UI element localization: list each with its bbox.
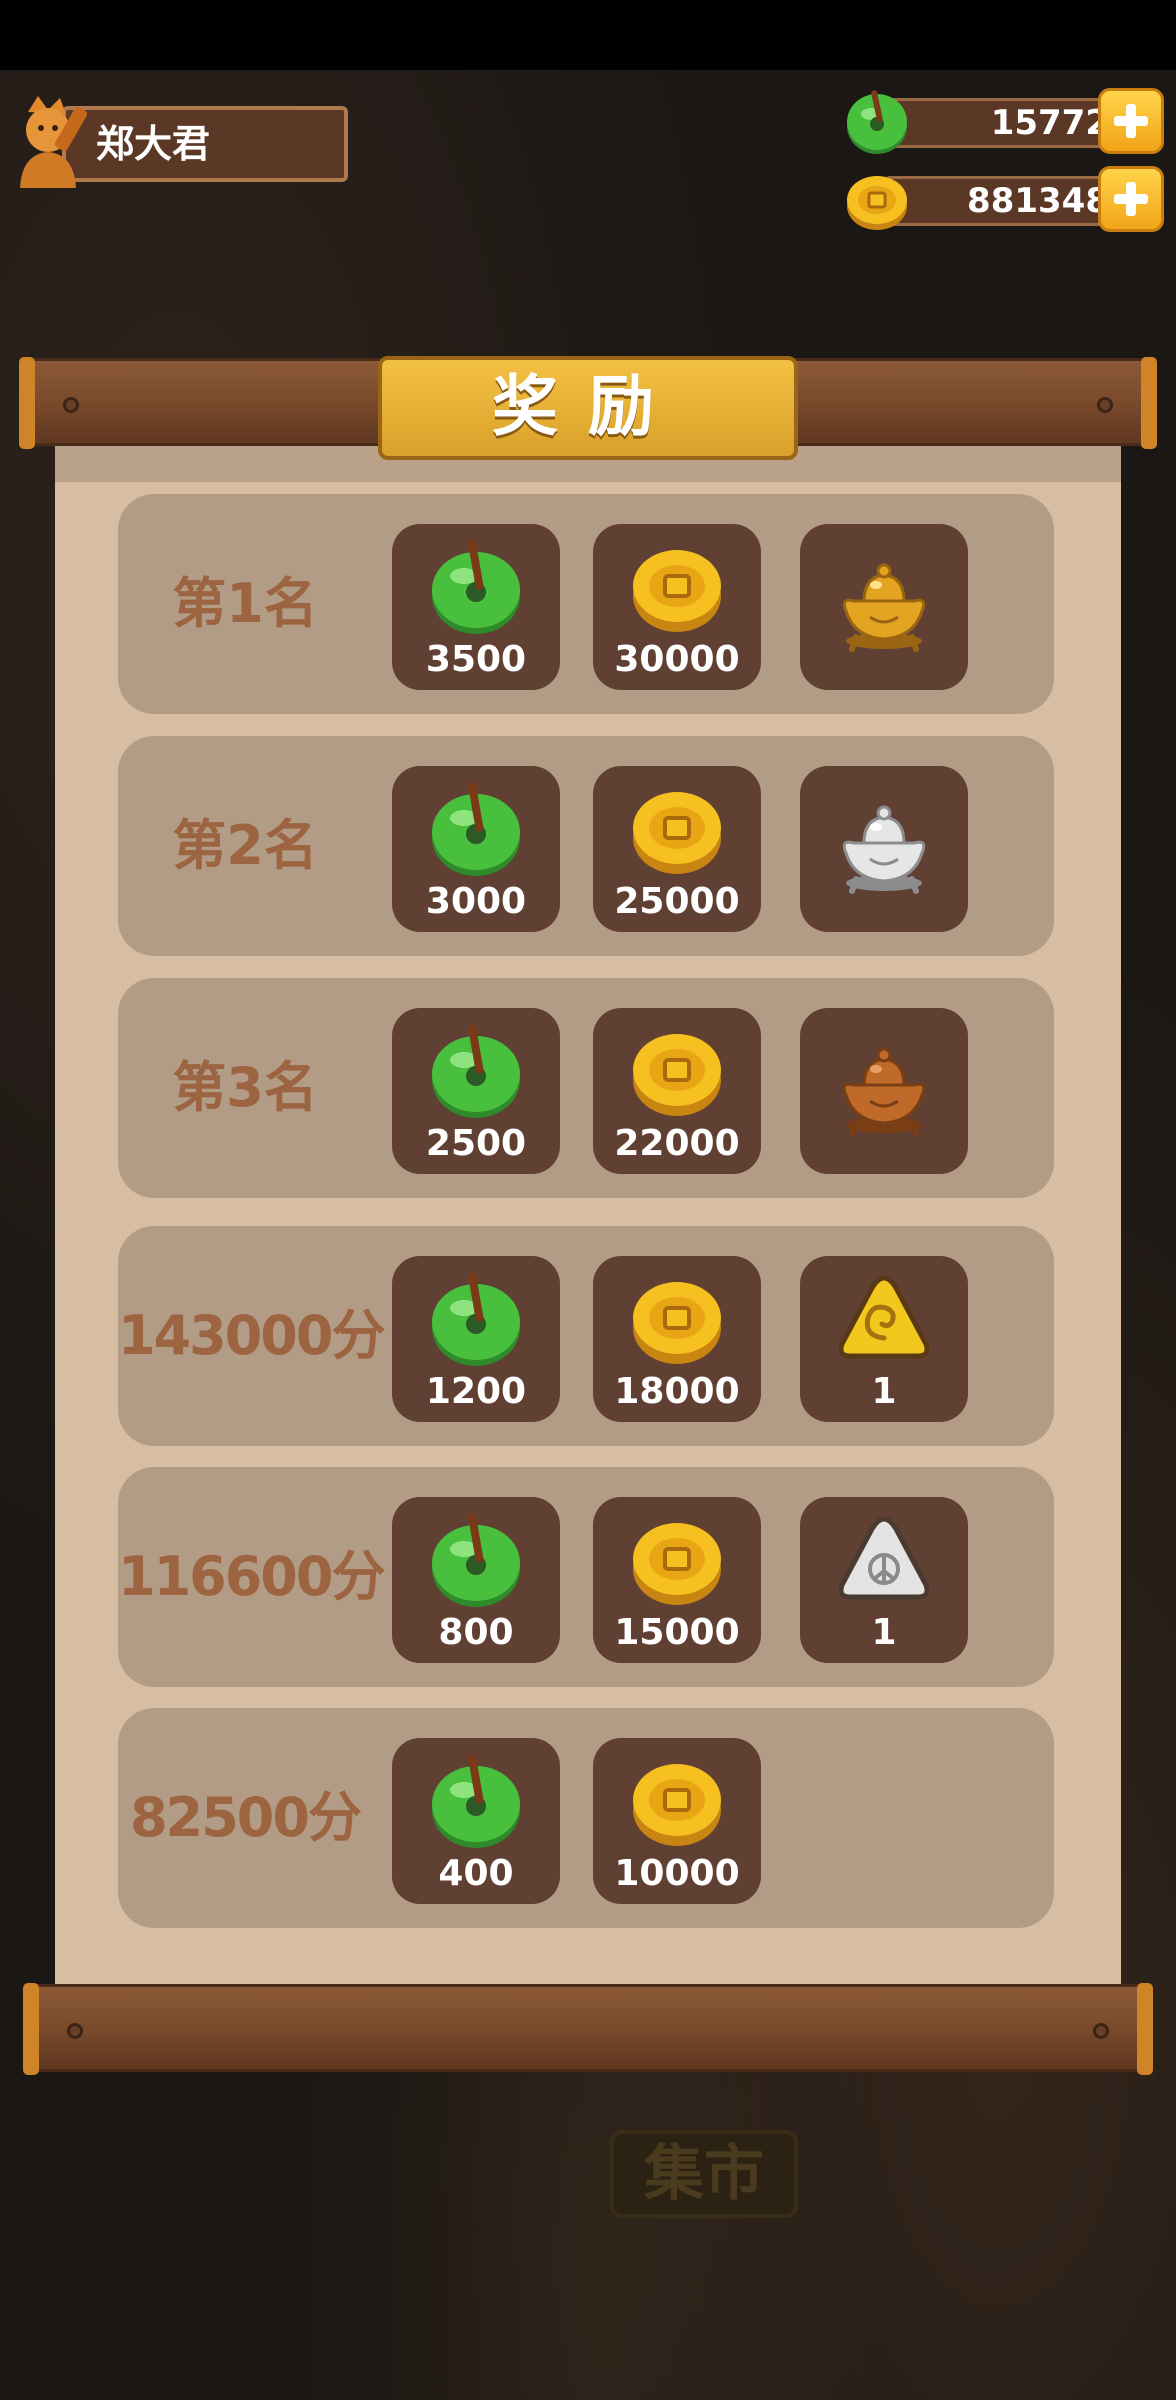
player-avatar-icon <box>20 96 88 188</box>
gold-coin-icon <box>633 1034 721 1116</box>
coin-reward-slot[interactable]: 15000 <box>593 1497 761 1663</box>
reward-rank-label: 第1名 <box>172 572 318 635</box>
gold-coin-icon <box>633 1282 721 1364</box>
gold-rune-token-icon <box>838 1275 930 1359</box>
item-reward-slot[interactable]: 1 <box>800 1256 968 1422</box>
reward-rank-label: 第2名 <box>172 814 318 877</box>
coin-reward-slot[interactable]: 18000 <box>593 1256 761 1422</box>
reward-row: 82500分 400 10000 <box>118 1708 1054 1928</box>
jade-currency: 15772 <box>844 86 1164 156</box>
gold-incense-burner-icon <box>842 563 926 652</box>
reward-row: 143000分 1200 18000 1 <box>118 1226 1054 1446</box>
gold-coin-icon <box>633 1523 721 1605</box>
jade-reward-slot[interactable]: 400 <box>392 1738 560 1904</box>
add-jade-button[interactable] <box>1098 88 1164 154</box>
reward-row: 第3名 2500 22000 <box>118 978 1054 1198</box>
player-plate[interactable]: 郑大君 <box>8 92 348 188</box>
jade-disc-icon <box>432 1024 520 1118</box>
item-reward-slot[interactable]: 1 <box>800 1497 968 1663</box>
market-sign: 集市 <box>610 2130 798 2218</box>
bronze-incense-burner-icon <box>842 1047 926 1136</box>
reward-amount: 15000 <box>614 1612 740 1653</box>
jade-value: 15772 <box>990 103 1109 143</box>
item-reward-slot[interactable] <box>800 1008 968 1174</box>
reward-rank-label: 143000分 <box>118 1304 385 1367</box>
item-reward-slot[interactable] <box>800 524 968 690</box>
item-reward-slot[interactable] <box>800 766 968 932</box>
reward-amount: 2500 <box>425 1123 527 1164</box>
reward-amount: 1 <box>871 1612 897 1653</box>
reward-amount: 1 <box>871 1371 897 1412</box>
reward-amount: 10000 <box>614 1853 740 1894</box>
jade-disc-icon <box>432 1754 520 1848</box>
coin-bar: 881348 <box>884 176 1130 226</box>
add-coins-button[interactable] <box>1098 166 1164 232</box>
reward-amount: 18000 <box>614 1371 740 1412</box>
dialog-title: 奖励 <box>378 356 798 460</box>
gold-coin-icon <box>847 176 907 230</box>
jade-reward-slot[interactable]: 2500 <box>392 1008 560 1174</box>
jade-disc-icon <box>432 540 520 634</box>
coin-reward-slot[interactable]: 25000 <box>593 766 761 932</box>
reward-amount: 3500 <box>425 639 527 680</box>
jade-disc-icon <box>432 1272 520 1366</box>
reward-row: 第1名 3500 30000 <box>118 494 1054 714</box>
reward-amount: 400 <box>438 1853 514 1894</box>
player-name: 郑大君 <box>96 122 211 166</box>
jade-disc-icon <box>432 1513 520 1607</box>
gold-coin-icon <box>633 1764 721 1846</box>
reward-amount: 25000 <box>614 881 740 922</box>
jade-bar: 15772 <box>884 98 1130 148</box>
jade-disc-icon <box>432 782 520 876</box>
reward-amount: 3000 <box>425 881 527 922</box>
reward-rank-label: 116600分 <box>118 1545 385 1608</box>
jade-reward-slot[interactable]: 3500 <box>392 524 560 690</box>
reward-row: 116600分 800 15000 1 <box>118 1467 1054 1687</box>
coin-reward-slot[interactable]: 30000 <box>593 524 761 690</box>
reward-rank-label: 82500分 <box>130 1786 362 1849</box>
silver-rune-token-icon <box>838 1516 930 1600</box>
gold-coin-icon <box>633 792 721 874</box>
reward-amount: 22000 <box>614 1123 740 1164</box>
coin-currency: 881348 <box>844 164 1164 234</box>
reward-amount: 1200 <box>425 1371 527 1412</box>
reward-amount: 30000 <box>614 639 740 680</box>
status-bar <box>0 0 1176 70</box>
player-name-plate: 郑大君 <box>62 106 348 182</box>
silver-incense-burner-icon <box>842 805 926 894</box>
jade-reward-slot[interactable]: 1200 <box>392 1256 560 1422</box>
jade-reward-slot[interactable]: 3000 <box>392 766 560 932</box>
gold-coin-icon <box>633 550 721 632</box>
coin-value: 881348 <box>967 181 1109 221</box>
coin-reward-slot[interactable]: 10000 <box>593 1738 761 1904</box>
coin-reward-slot[interactable]: 22000 <box>593 1008 761 1174</box>
jade-disc-icon <box>847 90 907 154</box>
jade-reward-slot[interactable]: 800 <box>392 1497 560 1663</box>
reward-amount: 800 <box>438 1612 514 1653</box>
reward-rank-label: 第3名 <box>172 1056 318 1119</box>
scroll-bottom-rod <box>23 1983 1153 2075</box>
reward-row: 第2名 3000 25000 <box>118 736 1054 956</box>
